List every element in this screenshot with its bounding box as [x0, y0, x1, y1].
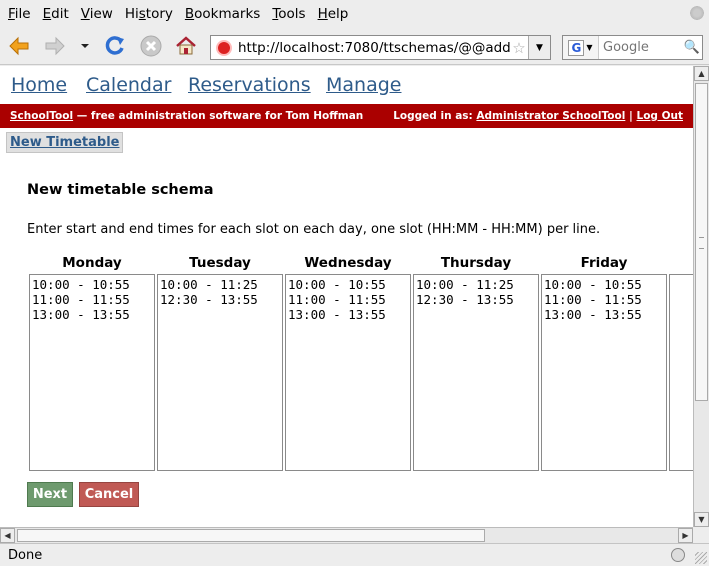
slots-textarea[interactable]: 10:00 - 11:25 12:30 - 13:55 [413, 274, 539, 471]
menu-file[interactable]: File [2, 6, 37, 22]
scroll-up-icon[interactable]: ▲ [694, 66, 709, 81]
menu-tools[interactable]: Tools [266, 6, 311, 22]
google-icon: G [568, 39, 585, 56]
tagline: — free administration software for Tom H… [73, 110, 364, 122]
scroll-left-icon[interactable]: ◀ [0, 528, 15, 543]
site-identity-icon[interactable] [216, 39, 232, 56]
horizontal-scrollbar[interactable]: ◀ ▶ [0, 527, 693, 543]
slots-textarea[interactable]: 10:00 - 11:25 12:30 - 13:55 [157, 274, 283, 471]
cancel-button[interactable]: Cancel [79, 482, 139, 507]
nav-home-link[interactable]: Home [11, 74, 67, 96]
menu-bar: File Edit View History Bookmarks Tools H… [0, 0, 709, 27]
status-text: Done [8, 547, 43, 563]
star-icon[interactable]: ☆ [510, 39, 528, 57]
page-title: New timetable schema [27, 182, 214, 198]
logout-link[interactable]: Log Out [637, 110, 684, 122]
instructions-text: Enter start and end times for each slot … [27, 222, 601, 237]
url-bar[interactable]: http://localhost:7080/ttschemas/@@add ☆ … [210, 35, 551, 60]
day-header: Thursday [440, 255, 512, 271]
brand-link[interactable]: SchoolTool [10, 110, 73, 122]
search-bar[interactable]: G ▼ 🔍 [562, 35, 703, 60]
day-column-partial [669, 253, 693, 471]
history-dropdown-icon[interactable] [74, 34, 96, 58]
tab-new-timetable[interactable]: New Timetable [6, 132, 124, 153]
vertical-scrollbar[interactable]: ▲ ▼ [693, 66, 709, 527]
status-bar: Done [0, 543, 709, 566]
day-header: Wednesday [304, 255, 392, 271]
nav-calendar-link[interactable]: Calendar [86, 74, 171, 96]
day-column-tuesday: Tuesday 10:00 - 11:25 12:30 - 13:55 [157, 253, 283, 471]
day-column-wednesday: Wednesday 10:00 - 10:55 11:00 - 11:55 13… [285, 253, 411, 471]
menu-bookmarks[interactable]: Bookmarks [179, 6, 266, 22]
scroll-right-icon[interactable]: ▶ [678, 528, 693, 543]
day-header: Friday [580, 255, 628, 271]
search-engine-selector[interactable]: G ▼ [563, 36, 599, 59]
nav-manage-link[interactable]: Manage [326, 74, 401, 96]
menu-help[interactable]: Help [312, 6, 355, 22]
nav-reservations-link[interactable]: Reservations [188, 74, 311, 96]
day-header: Monday [62, 255, 122, 271]
back-arrow-icon[interactable] [6, 34, 32, 58]
throbber-icon [689, 5, 705, 21]
scroll-down-icon[interactable]: ▼ [694, 512, 709, 527]
day-header: Tuesday [189, 255, 251, 271]
slots-textarea[interactable]: 10:00 - 10:55 11:00 - 11:55 13:00 - 13:5… [285, 274, 411, 471]
menu-view[interactable]: View [75, 6, 119, 22]
day-column-monday: Monday 10:00 - 10:55 11:00 - 11:55 13:00… [29, 253, 155, 471]
chevron-down-icon: ▼ [586, 43, 593, 52]
logged-in-label: Logged in as: [393, 110, 477, 122]
magnifier-icon[interactable]: 🔍 [682, 40, 702, 55]
slots-textarea[interactable] [669, 274, 693, 471]
menu-edit[interactable]: Edit [37, 6, 75, 22]
day-column-friday: Friday 10:00 - 10:55 11:00 - 11:55 13:00… [541, 253, 667, 471]
scrollbar-corner [693, 527, 709, 543]
home-icon[interactable] [173, 34, 199, 58]
day-column-thursday: Thursday 10:00 - 11:25 12:30 - 13:55 [413, 253, 539, 471]
slots-textarea[interactable]: 10:00 - 10:55 11:00 - 11:55 13:00 - 13:5… [541, 274, 667, 471]
search-input[interactable] [599, 40, 682, 55]
user-link[interactable]: Administrator SchoolTool [476, 110, 625, 122]
header-banner: SchoolTool — free administration softwar… [0, 104, 693, 128]
url-text[interactable]: http://localhost:7080/ttschemas/@@add [238, 40, 510, 56]
slots-textarea[interactable]: 10:00 - 10:55 11:00 - 11:55 13:00 - 13:5… [29, 274, 155, 471]
next-button[interactable]: Next [27, 482, 73, 507]
forward-arrow-icon[interactable] [42, 34, 68, 58]
reload-icon[interactable] [102, 34, 128, 58]
site-navigation: Home Calendar Reservations Manage [0, 66, 693, 104]
url-dropdown-button[interactable]: ▼ [528, 36, 550, 59]
horizontal-scroll-thumb[interactable] [17, 529, 485, 542]
page-content: Home Calendar Reservations Manage School… [0, 66, 693, 527]
menu-history[interactable]: History [119, 6, 179, 22]
offline-status-icon[interactable] [671, 548, 685, 562]
tab-bar: New Timetable [6, 132, 124, 153]
vertical-scroll-thumb[interactable] [695, 83, 708, 401]
stop-icon[interactable] [138, 34, 164, 58]
resize-grip-icon[interactable] [695, 552, 707, 564]
day-header [669, 253, 693, 274]
